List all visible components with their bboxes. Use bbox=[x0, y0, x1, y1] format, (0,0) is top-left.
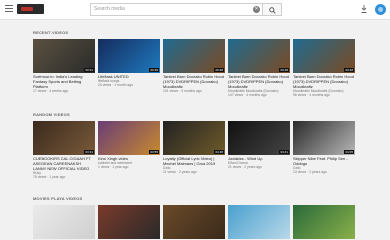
duration-badge: 00:36 bbox=[149, 68, 159, 72]
duration-badge: 03:31 bbox=[84, 150, 94, 154]
video-thumbnail[interactable] bbox=[163, 205, 225, 239]
video-thumbnail[interactable]: 03:55 bbox=[98, 121, 160, 155]
video-meta: 11 views · 2 years ago bbox=[163, 170, 197, 174]
duration-badge: 00:31 bbox=[84, 68, 94, 72]
video-card[interactable]: 00:31 Surfmoor.in: India's Leading Fantas… bbox=[33, 39, 95, 93]
video-thumbnail[interactable]: 03:41 bbox=[228, 121, 290, 155]
video-meta: 147 views · 4 months ago bbox=[228, 93, 267, 97]
video-card[interactable] bbox=[163, 205, 225, 239]
menu-icon[interactable] bbox=[5, 5, 13, 13]
clear-search-icon[interactable]: ✕ bbox=[253, 6, 260, 13]
video-thumbnail[interactable] bbox=[98, 205, 160, 239]
video-thumbnail[interactable]: 00:48 bbox=[293, 39, 355, 73]
video-thumbnail[interactable]: 00:48 bbox=[163, 39, 225, 73]
video-card[interactable]: 00:36 Lifeflask UNITED lifeflask songs 24 v… bbox=[98, 39, 160, 87]
duration-badge: 00:48 bbox=[214, 68, 224, 72]
search-input[interactable]: Search media bbox=[90, 3, 263, 16]
video-meta: 24 views · 1 month ago bbox=[98, 83, 134, 87]
video-meta: 1 views · 1 year ago bbox=[98, 165, 129, 169]
section-title: RANDOM VIDEOS bbox=[33, 112, 70, 117]
top-bar: Search media ✕ bbox=[0, 0, 390, 20]
video-card[interactable] bbox=[33, 205, 95, 239]
video-thumbnail[interactable]: 03:31 bbox=[33, 121, 95, 155]
section-title: MOVIES PLAYA VIDEOS bbox=[33, 196, 83, 201]
duration-badge: 03:55 bbox=[149, 150, 159, 154]
duration-badge: 04:48 bbox=[214, 150, 224, 154]
video-title[interactable]: Tankrei Barn Doorako Robin Hood (1973) D… bbox=[293, 74, 355, 89]
search-icon bbox=[269, 7, 276, 14]
duration-badge: 03:41 bbox=[279, 150, 289, 154]
video-thumbnail[interactable]: 00:48 bbox=[228, 39, 290, 73]
video-card[interactable]: 00:48 Tankrei Barn Doorako Robin Hood (19… bbox=[163, 39, 225, 93]
video-title[interactable]: CUEBOOKIRS CAL CIGAAH FT ASEGEAN CAREENA… bbox=[33, 156, 95, 171]
video-meta: 101 views · 4 months ago bbox=[163, 89, 202, 93]
video-card[interactable] bbox=[98, 205, 160, 239]
video-thumbnail[interactable]: 00:36 bbox=[98, 39, 160, 73]
site-logo[interactable] bbox=[17, 4, 44, 14]
video-thumbnail[interactable] bbox=[228, 205, 290, 239]
video-card[interactable]: 03:55 Kiroi Xingh video kublotel and weebs… bbox=[98, 121, 160, 169]
video-card[interactable]: 04:48 Loyalty (Official Lyric Video) | Me… bbox=[163, 121, 225, 174]
video-card[interactable]: 03:41 Jodakiss - Wind Up Elfani Drama 21 vi… bbox=[228, 121, 290, 169]
video-thumbnail[interactable]: 04:48 bbox=[163, 121, 225, 155]
video-card[interactable] bbox=[228, 205, 290, 239]
search-button[interactable] bbox=[263, 3, 282, 16]
video-title[interactable]: Surfmoor.in: India's Leading Fantasy Spo… bbox=[33, 74, 95, 89]
video-title[interactable]: Skipper Nibe Feat. Philip Sen - Oddogs bbox=[293, 156, 355, 166]
duration-badge: 04:05 bbox=[344, 150, 354, 154]
avatar[interactable] bbox=[375, 4, 386, 15]
upload-icon[interactable] bbox=[361, 5, 367, 13]
video-meta: 96 views · 4 months ago bbox=[293, 93, 330, 97]
video-title[interactable]: Loyalty (Official Lyric Video) | Mechel … bbox=[163, 156, 225, 166]
video-meta: 17 views · 4 weeks ago bbox=[33, 89, 69, 93]
video-thumbnail[interactable] bbox=[33, 205, 95, 239]
video-title[interactable]: Tankrei Barn Doorako Robin Hood (1973) D… bbox=[228, 74, 290, 89]
video-meta: 21 views · 2 years ago bbox=[228, 165, 262, 169]
video-meta: 76 views · 1 year ago bbox=[33, 175, 66, 179]
video-card[interactable]: 04:05 Skipper Nibe Feat. Philip Sen - Odd… bbox=[293, 121, 355, 174]
duration-badge: 00:48 bbox=[279, 68, 289, 72]
video-title[interactable]: Tankrei Barn Doorako Robin Hood (1973) D… bbox=[163, 74, 225, 89]
video-card[interactable]: 00:48 Tankrei Barn Doorako Robin Hood (19… bbox=[293, 39, 355, 97]
video-thumbnail[interactable] bbox=[293, 205, 355, 239]
duration-badge: 00:48 bbox=[344, 68, 354, 72]
video-card[interactable]: 00:48 Tankrei Barn Doorako Robin Hood (19… bbox=[228, 39, 290, 97]
section-title: RECENT VIDEOS bbox=[33, 30, 69, 35]
video-card[interactable]: 03:31 CUEBOOKIRS CAL CIGAAH FT ASEGEAN CA… bbox=[33, 121, 95, 179]
video-card[interactable] bbox=[293, 205, 355, 239]
video-thumbnail[interactable]: 00:31 bbox=[33, 39, 95, 73]
video-meta: 13 views · 2 years ago bbox=[293, 170, 327, 174]
video-thumbnail[interactable]: 04:05 bbox=[293, 121, 355, 155]
